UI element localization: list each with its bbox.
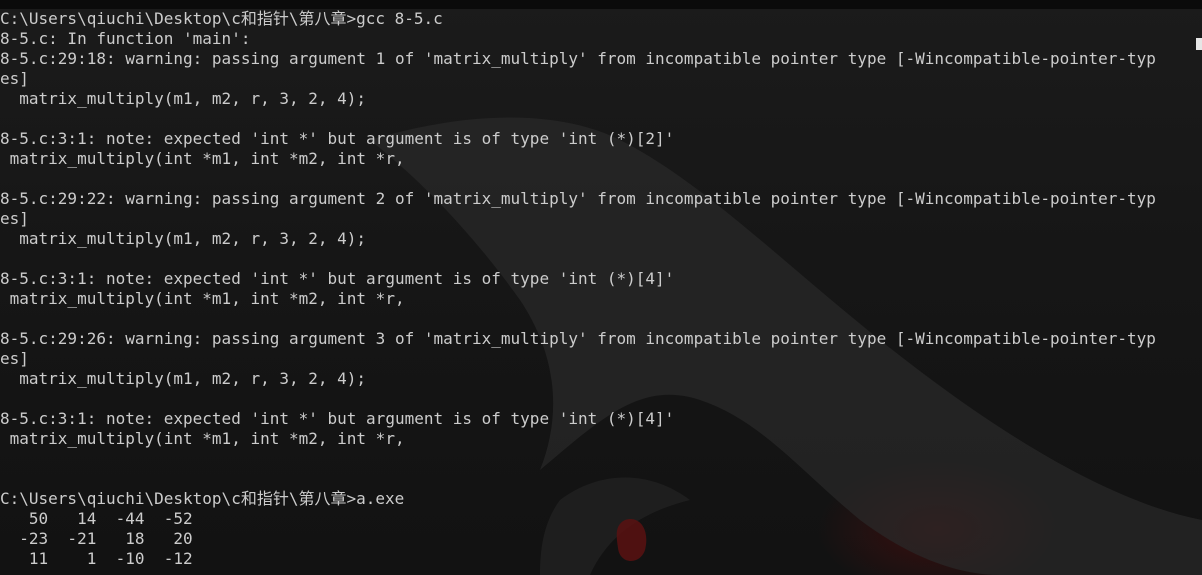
console-line: 8-5.c:3:1: note: expected 'int *' but ar… [0, 269, 675, 288]
console-line: matrix_multiply(m1, m2, r, 3, 2, 4); [0, 369, 367, 388]
console-line: 11 1 -10 -12 [0, 549, 193, 568]
console-line: es] [0, 69, 29, 88]
console-line: 8-5.c:3:1: note: expected 'int *' but ar… [0, 409, 675, 428]
console-line: C:\Users\qiuchi\Desktop\c和指针\第八章>a.exe [0, 489, 405, 508]
scrollbar-thumb[interactable] [1196, 38, 1202, 50]
console-line: 8-5.c:29:22: warning: passing argument 2… [0, 189, 1156, 208]
console-line: -23 -21 18 20 [0, 529, 193, 548]
console-line: 50 14 -44 -52 [0, 509, 193, 528]
console-line: C:\Users\qiuchi\Desktop\c和指针\第八章>gcc 8-5… [0, 9, 443, 28]
console-line: matrix_multiply(m1, m2, r, 3, 2, 4); [0, 229, 367, 248]
console-line: 8-5.c: In function 'main': [0, 29, 251, 48]
console-output: C:\Users\qiuchi\Desktop\c和指针\第八章>gcc 8-5… [0, 9, 1156, 569]
console-line: 8-5.c:3:1: note: expected 'int *' but ar… [0, 129, 675, 148]
console-line: 8-5.c:29:26: warning: passing argument 3… [0, 329, 1156, 348]
console-line: matrix_multiply(int *m1, int *m2, int *r… [0, 429, 405, 448]
console-line: matrix_multiply(int *m1, int *m2, int *r… [0, 149, 405, 168]
console-line: es] [0, 209, 29, 228]
console-line: matrix_multiply(int *m1, int *m2, int *r… [0, 289, 405, 308]
terminal-window: C:\Users\qiuchi\Desktop\c和指针\第八章>gcc 8-5… [0, 0, 1202, 575]
console-line: matrix_multiply(m1, m2, r, 3, 2, 4); [0, 89, 367, 108]
console-line: 8-5.c:29:18: warning: passing argument 1… [0, 49, 1156, 68]
console-line: es] [0, 349, 29, 368]
